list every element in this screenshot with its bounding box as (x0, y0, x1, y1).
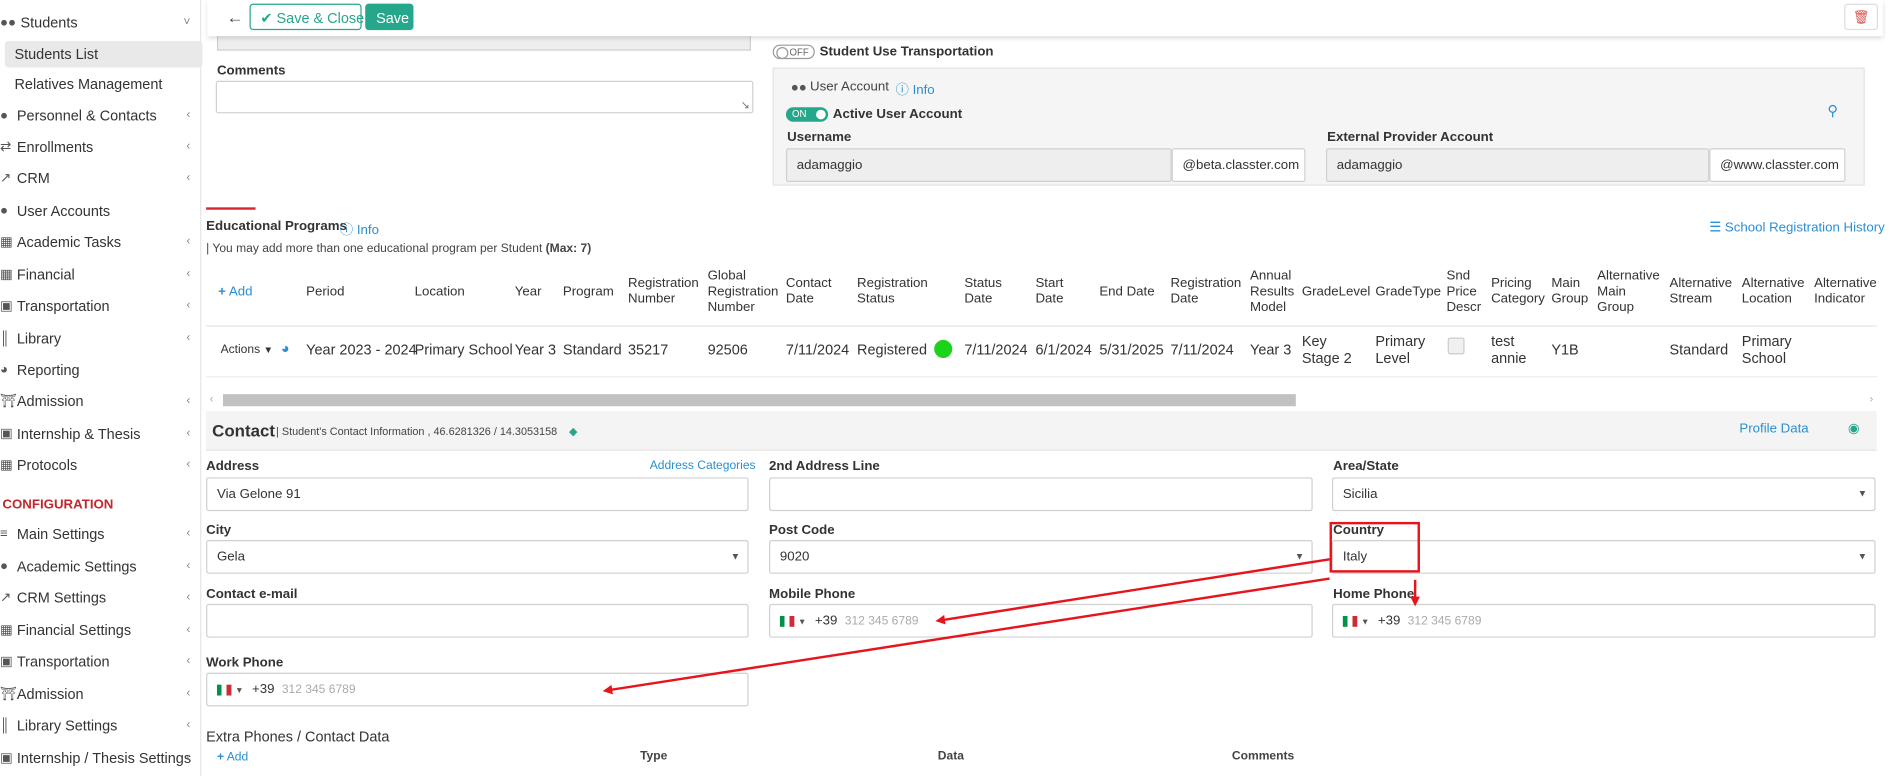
delete-button[interactable]: 🗑 (1844, 3, 1879, 31)
back-arrow-icon[interactable]: ← (227, 7, 244, 26)
trash-icon: 🗑 (1852, 10, 1870, 26)
toolbar: ← ✔ Save & Close Save 🗑 (207, 0, 1883, 37)
check-icon: ✔ (260, 9, 273, 27)
annotation-arrows (602, 558, 1420, 695)
save-close-button[interactable]: ✔ Save & Close (249, 3, 364, 31)
arrow-to-work-phone (602, 577, 1330, 695)
save-button[interactable]: Save (365, 3, 414, 31)
arrow-to-mobile-phone (935, 558, 1330, 625)
